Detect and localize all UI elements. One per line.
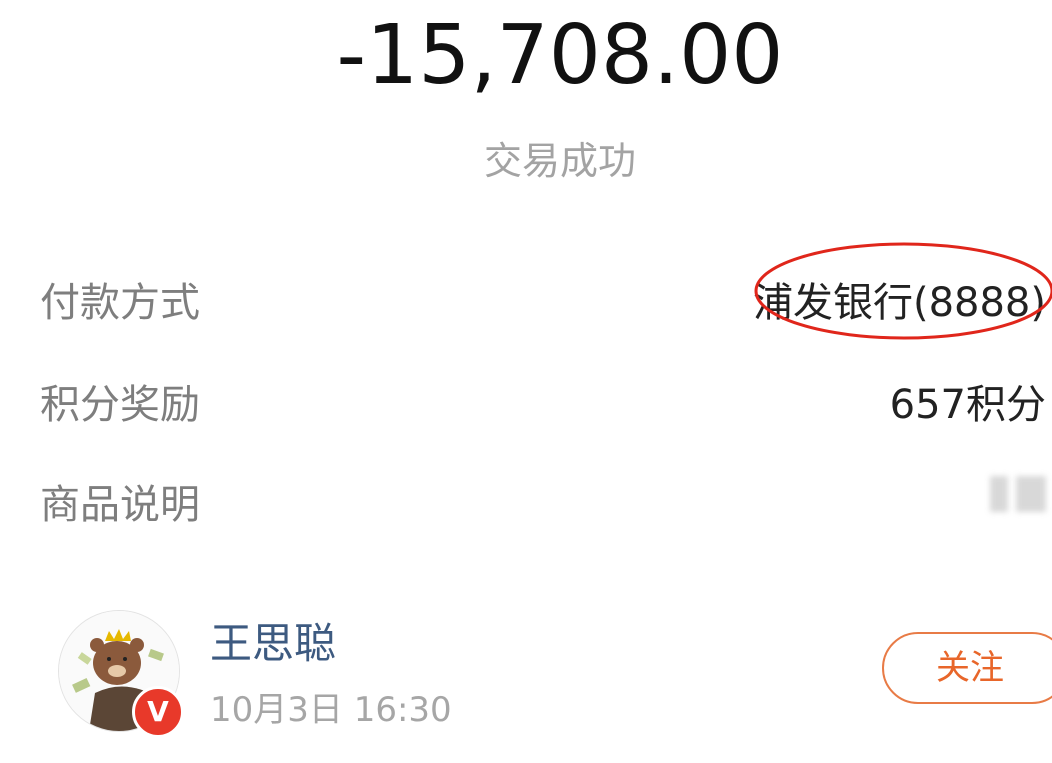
transaction-status: 交易成功 — [483, 139, 636, 183]
payment-method-value: 浦发银行(8888) — [752, 280, 1046, 326]
transaction-amount: -15,708.00 — [336, 8, 784, 103]
post-time: 10月3日 16:30 — [210, 690, 452, 730]
product-description-row: 商品说明 — [40, 472, 1052, 532]
product-description-label: 商品说明 — [40, 482, 200, 528]
points-reward-value: 657积分 — [889, 382, 1046, 428]
product-description-redacted — [942, 470, 1052, 518]
payment-method-label: 付款方式 — [40, 280, 200, 326]
user-name[interactable]: 王思聪 — [210, 610, 336, 671]
points-reward-label: 积分奖励 — [40, 382, 200, 428]
follow-button[interactable]: 关注 — [882, 632, 1052, 704]
verified-badge-icon: V — [132, 686, 184, 738]
payment-method-row: 付款方式 浦发银行(8888) — [40, 270, 1052, 330]
points-reward-row: 积分奖励 657积分 — [40, 372, 1052, 432]
